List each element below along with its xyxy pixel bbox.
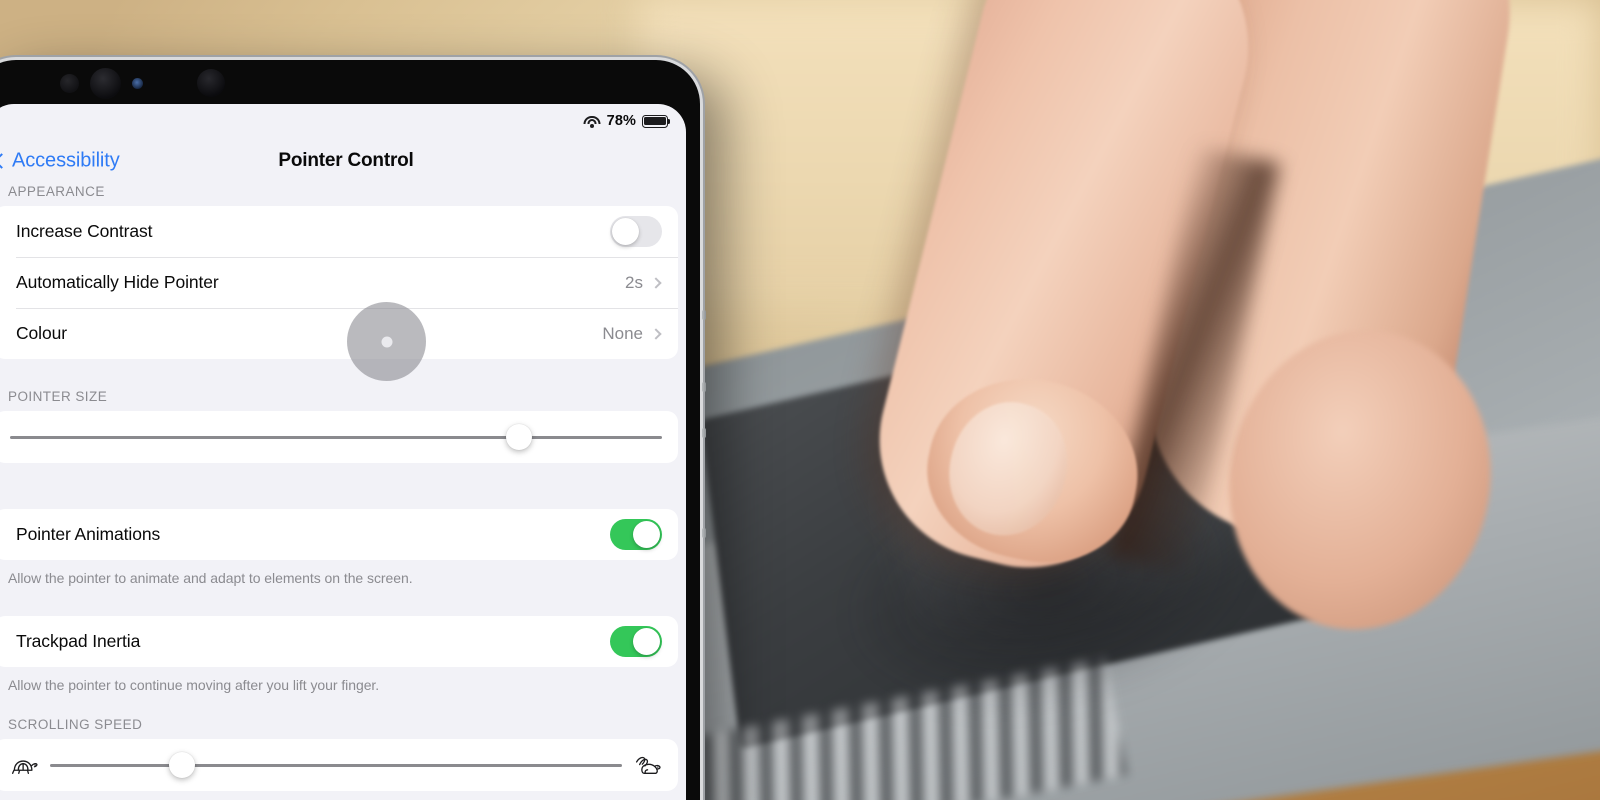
toggle-knob bbox=[633, 520, 661, 549]
chevron-right-icon bbox=[650, 327, 662, 340]
slider-track bbox=[50, 763, 622, 767]
wifi-icon bbox=[583, 115, 601, 128]
device-sensor-bar bbox=[0, 60, 700, 108]
section-header-scrolling-speed: SCROLLING SPEED bbox=[8, 717, 143, 732]
ambient-sensor-icon bbox=[60, 74, 79, 93]
scrolling-speed-slider[interactable] bbox=[50, 750, 622, 780]
footnote-pointer-animations: Allow the pointer to animate and adapt t… bbox=[8, 570, 413, 586]
device-side-button[interactable] bbox=[702, 382, 706, 392]
row-label-increase-contrast: Increase Contrast bbox=[16, 221, 153, 241]
toggle-knob bbox=[611, 217, 639, 246]
settings-content: APPEARANCE Increase Contrast Automatical… bbox=[0, 184, 686, 800]
battery-percent-label: 78% bbox=[606, 113, 636, 129]
chevron-right-icon bbox=[650, 276, 662, 289]
toggle-knob bbox=[633, 627, 661, 656]
row-value-colour: None bbox=[602, 323, 643, 343]
battery-icon bbox=[642, 114, 671, 128]
pointer-size-card bbox=[0, 411, 678, 463]
section-header-pointer-size: POINTER SIZE bbox=[8, 389, 108, 404]
tablet-screen: 78% Accessibility Pointer Control APPEAR… bbox=[0, 104, 686, 800]
screenshot-stage: 78% Accessibility Pointer Control APPEAR… bbox=[0, 0, 1600, 800]
row-increase-contrast[interactable]: Increase Contrast bbox=[0, 206, 678, 257]
page-title: Pointer Control bbox=[278, 150, 414, 171]
rabbit-icon bbox=[634, 753, 662, 777]
row-automatically-hide-pointer[interactable]: Automatically Hide Pointer 2s bbox=[0, 257, 678, 308]
row-colour[interactable]: Colour None bbox=[0, 308, 678, 359]
trackpad-inertia-card: Trackpad Inertia bbox=[0, 616, 678, 667]
pointer-animations-toggle[interactable] bbox=[610, 519, 662, 550]
pointer-size-slider[interactable] bbox=[10, 422, 662, 452]
appearance-card: Increase Contrast Automatically Hide Poi… bbox=[0, 206, 678, 359]
navigation-bar: Accessibility Pointer Control bbox=[0, 138, 686, 184]
slider-thumb[interactable] bbox=[505, 424, 532, 450]
row-trackpad-inertia[interactable]: Trackpad Inertia bbox=[0, 616, 678, 667]
section-header-appearance: APPEARANCE bbox=[8, 184, 105, 199]
device-side-button[interactable] bbox=[702, 528, 706, 538]
row-value-automatically-hide-pointer: 2s bbox=[625, 272, 643, 292]
turtle-icon bbox=[10, 753, 38, 777]
row-label-trackpad-inertia: Trackpad Inertia bbox=[16, 631, 141, 651]
device-side-button[interactable] bbox=[702, 428, 706, 438]
row-label-colour: Colour bbox=[16, 323, 67, 343]
trackpad-inertia-toggle[interactable] bbox=[610, 626, 662, 657]
slider-thumb[interactable] bbox=[168, 752, 195, 778]
row-label-pointer-animations: Pointer Animations bbox=[16, 524, 161, 544]
increase-contrast-toggle[interactable] bbox=[610, 216, 662, 247]
tablet-device: 78% Accessibility Pointer Control APPEAR… bbox=[0, 60, 706, 800]
scrolling-speed-card bbox=[0, 739, 678, 791]
status-bar: 78% bbox=[0, 104, 686, 138]
slider-track bbox=[10, 435, 662, 439]
pointer-animations-card: Pointer Animations bbox=[0, 509, 678, 560]
front-camera-icon bbox=[90, 68, 121, 99]
device-side-button[interactable] bbox=[702, 310, 706, 320]
indicator-light-icon bbox=[132, 78, 143, 89]
depth-sensor-icon bbox=[197, 69, 225, 97]
footnote-trackpad-inertia: Allow the pointer to continue moving aft… bbox=[8, 677, 380, 693]
row-pointer-animations[interactable]: Pointer Animations bbox=[0, 509, 678, 560]
row-label-automatically-hide-pointer: Automatically Hide Pointer bbox=[16, 272, 219, 292]
